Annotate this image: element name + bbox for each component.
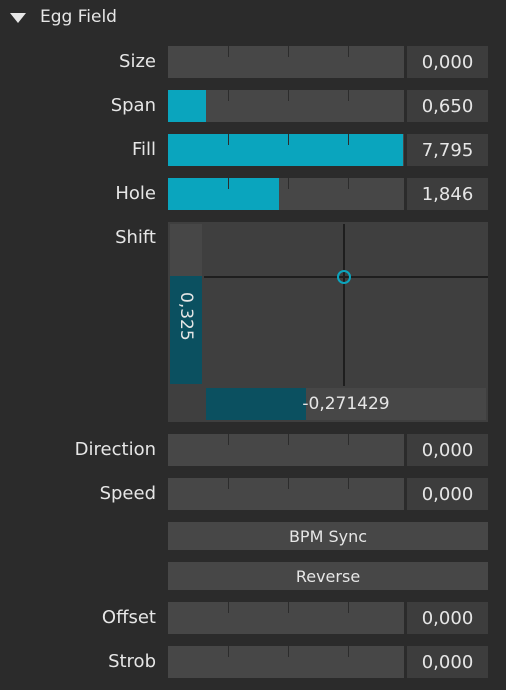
slider-fill — [168, 90, 206, 122]
slider-tick — [288, 434, 289, 445]
shift-y-value: 0,325 — [176, 291, 196, 341]
param-row-size: Size 0,000 — [0, 46, 506, 78]
shift-xy-pad[interactable]: 0,325 -0,271429 — [168, 222, 488, 422]
reverse-button[interactable]: Reverse — [168, 562, 488, 590]
param-row-hole: Hole 1,846 — [0, 178, 506, 210]
param-label-speed: Speed — [99, 483, 156, 504]
size-slider[interactable] — [168, 46, 404, 78]
slider-tick — [288, 90, 289, 101]
slider-tick — [288, 46, 289, 57]
param-label-strob: Strob — [108, 651, 156, 672]
slider-tick — [288, 478, 289, 489]
slider-tick — [228, 646, 229, 657]
slider-tick — [228, 178, 229, 189]
param-label-hole: Hole — [115, 183, 156, 204]
slider-tick — [228, 602, 229, 613]
slider-tick — [228, 434, 229, 445]
direction-slider[interactable] — [168, 434, 404, 466]
param-row-offset: Offset 0,000 — [0, 602, 506, 634]
triangle-down-icon[interactable] — [10, 13, 26, 23]
slider-tick — [288, 602, 289, 613]
slider-tick — [348, 46, 349, 57]
slider-tick — [228, 478, 229, 489]
section-title: Egg Field — [40, 7, 117, 27]
fill-value-field[interactable]: 7,795 — [407, 134, 488, 166]
speed-slider[interactable] — [168, 478, 404, 510]
hole-slider[interactable] — [168, 178, 404, 210]
span-slider[interactable] — [168, 90, 404, 122]
slider-tick — [288, 178, 289, 189]
slider-tick — [228, 90, 229, 101]
slider-tick — [348, 90, 349, 101]
param-row-fill: Fill 7,795 — [0, 134, 506, 166]
crosshair-vertical — [343, 224, 345, 386]
slider-tick — [348, 178, 349, 189]
slider-tick — [348, 478, 349, 489]
param-label-offset: Offset — [101, 607, 156, 628]
fill-slider[interactable] — [168, 134, 404, 166]
param-label-span: Span — [110, 95, 156, 116]
param-label-fill: Fill — [131, 139, 156, 160]
slider-fill — [168, 178, 279, 210]
param-label-direction: Direction — [74, 439, 156, 460]
param-row-speed: Speed 0,000 — [0, 478, 506, 510]
strob-slider[interactable] — [168, 646, 404, 678]
direction-value-field[interactable]: 0,000 — [407, 434, 488, 466]
param-label-size: Size — [119, 51, 156, 72]
span-value-field[interactable]: 0,650 — [407, 90, 488, 122]
slider-tick — [288, 646, 289, 657]
section-header[interactable]: Egg Field — [0, 0, 506, 36]
slider-tick — [348, 434, 349, 445]
param-row-direction: Direction 0,000 — [0, 434, 506, 466]
slider-tick — [348, 602, 349, 613]
hole-value-field[interactable]: 1,846 — [407, 178, 488, 210]
param-row-span: Span 0,650 — [0, 90, 506, 122]
slider-tick — [348, 134, 349, 145]
param-label-shift: Shift — [115, 227, 156, 248]
slider-tick — [348, 646, 349, 657]
shift-x-value: -0,271429 — [302, 394, 390, 414]
offset-value-field[interactable]: 0,000 — [407, 602, 488, 634]
param-row-strob: Strob 0,000 — [0, 646, 506, 678]
strob-value-field[interactable]: 0,000 — [407, 646, 488, 678]
bpm-sync-button[interactable]: BPM Sync — [168, 522, 488, 550]
shift-pad-area[interactable] — [204, 222, 488, 386]
speed-value-field[interactable]: 0,000 — [407, 478, 488, 510]
pad-handle[interactable] — [337, 270, 351, 284]
slider-tick — [228, 134, 229, 145]
slider-tick — [288, 134, 289, 145]
slider-tick — [228, 46, 229, 57]
slider-fill — [168, 134, 403, 166]
size-value-field[interactable]: 0,000 — [407, 46, 488, 78]
offset-slider[interactable] — [168, 602, 404, 634]
